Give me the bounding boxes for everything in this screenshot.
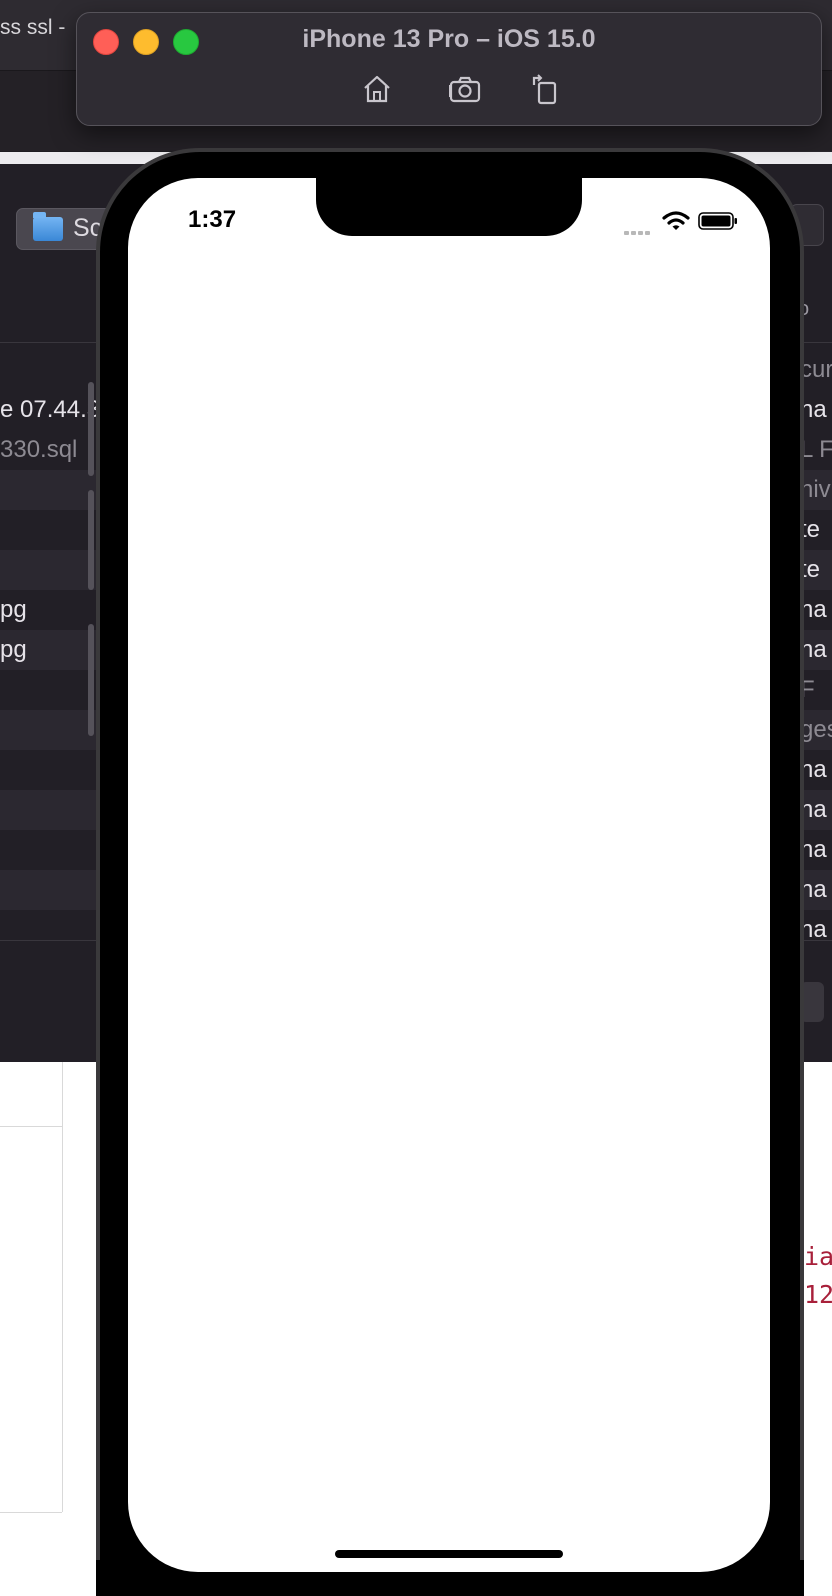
simulator-title: iPhone 13 Pro – iOS 15.0 — [302, 25, 596, 53]
file-kind-cell: na — [800, 756, 827, 783]
file-kind-cell: na — [800, 396, 827, 423]
file-kind-cell: na — [800, 796, 827, 823]
home-icon — [364, 75, 390, 103]
file-kind-cell: na — [800, 636, 827, 663]
file-kind-cell: na — [800, 876, 827, 903]
editor-divider — [0, 1126, 62, 1127]
rotate-button[interactable] — [527, 71, 563, 107]
battery-icon — [698, 212, 737, 230]
file-name-cell: 330.sql — [0, 436, 78, 463]
file-kind-cell: L F — [800, 436, 832, 463]
file-kind-cell: na — [800, 596, 827, 623]
code-line: ia — [804, 1242, 832, 1271]
scrollbar-thumb[interactable] — [88, 624, 94, 736]
editor-divider — [0, 1512, 62, 1513]
file-kind-cell: hiv — [800, 476, 831, 503]
editor-gutter — [62, 1062, 63, 1512]
scrollbar-thumb[interactable] — [88, 490, 94, 590]
simulator-screen[interactable] — [128, 178, 770, 1572]
simulator-title-bar: iPhone 13 Pro – iOS 15.0 — [76, 12, 822, 126]
file-name-cell: pg — [0, 636, 27, 663]
scrollbar-thumb[interactable] — [88, 382, 94, 476]
folder-icon — [33, 212, 63, 241]
wifi-icon — [662, 211, 690, 230]
file-kind-cell: cur — [800, 356, 832, 383]
file-kind-cell: na — [800, 836, 827, 863]
home-indicator[interactable] — [335, 1550, 563, 1558]
file-kind-cell: ges — [800, 716, 832, 743]
home-button[interactable] — [359, 71, 395, 107]
file-name-cell: e 07.44.3 — [0, 396, 101, 423]
cellular-signal-icon — [624, 222, 652, 240]
screenshot-button[interactable] — [447, 71, 483, 107]
file-name-cell: pg — [0, 596, 27, 623]
rotate-icon — [532, 74, 557, 105]
code-line: 12 — [804, 1280, 832, 1309]
status-bar-time: 1:37 — [188, 206, 237, 233]
browser-tab-title[interactable]: ss ssl - — [0, 16, 65, 40]
iphone-notch — [316, 176, 582, 236]
camera-icon — [449, 76, 481, 103]
